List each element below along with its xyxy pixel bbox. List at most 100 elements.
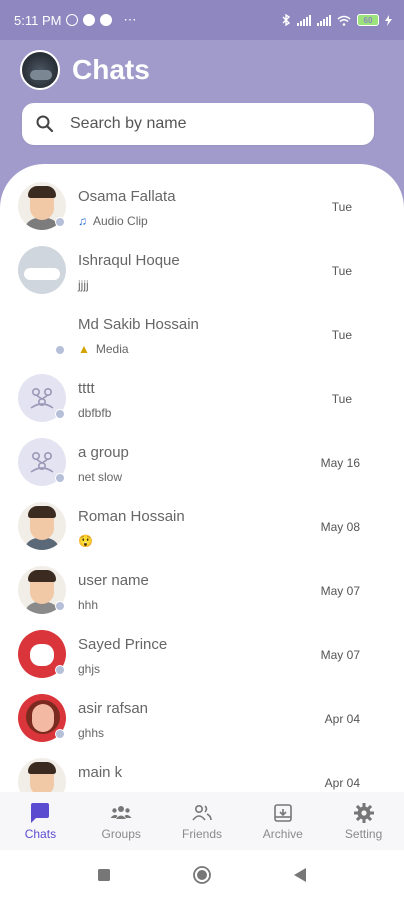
- chat-name: main k: [78, 764, 123, 781]
- nav-item-archive[interactable]: Archive: [242, 792, 323, 850]
- nav-item-setting[interactable]: Setting: [323, 792, 404, 850]
- chat-preview-text: hhh: [78, 598, 99, 612]
- avatar: [18, 758, 66, 792]
- chat-time: Apr 04: [324, 712, 360, 726]
- whatsapp-icon: [66, 14, 79, 26]
- chat-row[interactable]: tttt dbfbfb Tue: [0, 366, 404, 430]
- nav-item-groups[interactable]: Groups: [81, 792, 162, 850]
- chat-name: Md Sakib Hossain: [78, 316, 199, 333]
- status-dot: [55, 601, 65, 611]
- chat-preview: dbfbfb: [78, 406, 111, 420]
- search-icon: [36, 115, 54, 133]
- back-button[interactable]: [291, 866, 309, 884]
- back-triangle-icon: [294, 868, 306, 882]
- facebook-icon: [100, 14, 113, 26]
- chat-preview-text: ghhs: [78, 726, 105, 740]
- status-dot: [55, 345, 65, 355]
- status-bar: 5:11 PM ⋯ 60: [0, 0, 404, 40]
- chat-preview: jjjj: [78, 278, 89, 292]
- chat-preview: ghhs: [78, 726, 104, 740]
- nav-label: Friends: [181, 826, 222, 841]
- chat-preview-text: jjjj: [78, 278, 89, 292]
- square-icon: [98, 869, 110, 881]
- chat-bubble-icon: [31, 802, 50, 823]
- status-dot: [55, 665, 65, 675]
- home-button[interactable]: [193, 866, 211, 884]
- chat-row[interactable]: Md Sakib Hossain ▲ Media Tue: [0, 302, 404, 366]
- nav-item-chats[interactable]: Chats: [0, 792, 81, 850]
- group-placeholder-icon: [30, 452, 54, 473]
- notification-icon: [83, 14, 96, 26]
- chat-preview: hhh: [78, 598, 98, 612]
- chat-preview-text: 😲: [78, 534, 93, 548]
- chat-time: May 07: [320, 584, 360, 598]
- more-notifications-icon: ⋯: [123, 12, 137, 27]
- archive-icon: [273, 803, 292, 822]
- chat-time: May 16: [320, 456, 360, 470]
- recent-apps-button[interactable]: [95, 866, 113, 884]
- chat-preview-text: net slow: [78, 470, 123, 484]
- chat-preview: ♫ Audio Clip: [78, 214, 148, 228]
- status-dot: [55, 409, 65, 419]
- system-nav-bar: [0, 850, 404, 900]
- chat-row[interactable]: Roman Hossain 😲 May 08: [0, 494, 404, 558]
- status-dot: [55, 473, 65, 483]
- chat-list: Osama Fallata ♫ Audio Clip Tue Ishraqul …: [0, 164, 404, 792]
- chat-preview-text: Media: [95, 342, 129, 356]
- chat-time: Tue: [331, 264, 352, 278]
- bluetooth-icon: [282, 14, 291, 26]
- chat-name: tttt: [78, 380, 95, 397]
- home-circle-icon: [193, 866, 211, 884]
- friends-icon: [192, 804, 212, 821]
- chat-row[interactable]: asir rafsan ghhs Apr 04: [0, 686, 404, 750]
- chat-time: May 08: [320, 520, 360, 534]
- chat-preview-text: ghjs: [78, 662, 101, 676]
- signal-icon: [297, 14, 311, 26]
- chat-name: Ishraqul Hoque: [78, 252, 180, 269]
- music-note-icon: ♫: [78, 214, 87, 228]
- chat-name: Osama Fallata: [78, 188, 176, 205]
- wifi-icon: [337, 15, 351, 26]
- chat-row[interactable]: main k Apr 04: [0, 750, 404, 792]
- page-title: Chats: [72, 54, 150, 85]
- chat-row[interactable]: user name hhh May 07: [0, 558, 404, 622]
- chat-time: Tue: [331, 392, 352, 406]
- battery-icon: 60: [357, 14, 379, 26]
- search-input[interactable]: [70, 115, 350, 133]
- chat-name: asir rafsan: [78, 700, 149, 717]
- status-dot: [55, 217, 65, 227]
- status-time: 5:11 PM: [14, 12, 62, 28]
- avatar: [18, 502, 66, 550]
- chat-row[interactable]: Ishraqul Hoque jjjj Tue: [0, 238, 404, 302]
- chat-time: Tue: [331, 200, 352, 214]
- chat-preview: net slow: [78, 470, 122, 484]
- image-icon: ▲: [78, 342, 90, 356]
- header: Chats: [20, 50, 150, 90]
- nav-item-friends[interactable]: Friends: [162, 792, 243, 850]
- bottom-nav: Chats Groups Friends Archive Setting: [0, 792, 404, 850]
- chat-name: Sayed Prince: [78, 636, 168, 653]
- chat-name: user name: [78, 572, 149, 589]
- search-bar[interactable]: [22, 103, 374, 145]
- nav-label: Groups: [101, 826, 141, 841]
- chat-time: Tue: [331, 328, 352, 342]
- avatar: [18, 246, 66, 294]
- nav-label: Chats: [24, 826, 57, 841]
- chat-time: May 07: [320, 648, 360, 662]
- chat-preview-text: dbfbfb: [78, 406, 112, 420]
- status-dot: [55, 729, 65, 739]
- groups-icon: [110, 805, 132, 819]
- signal-icon-2: [317, 14, 331, 26]
- chat-preview: ▲ Media: [78, 342, 129, 356]
- nav-label: Archive: [262, 826, 303, 841]
- profile-avatar[interactable]: [20, 50, 60, 90]
- nav-label: Setting: [344, 826, 383, 841]
- chat-row[interactable]: a group net slow May 16: [0, 430, 404, 494]
- chat-row[interactable]: Sayed Prince ghjs May 07: [0, 622, 404, 686]
- chat-name: Roman Hossain: [78, 508, 185, 525]
- chat-preview: 😲: [78, 534, 93, 548]
- chat-preview-text: Audio Clip: [93, 214, 148, 228]
- chat-row[interactable]: Osama Fallata ♫ Audio Clip Tue: [0, 174, 404, 238]
- chat-preview: ghjs: [78, 662, 100, 676]
- chat-time: Apr 04: [324, 776, 360, 790]
